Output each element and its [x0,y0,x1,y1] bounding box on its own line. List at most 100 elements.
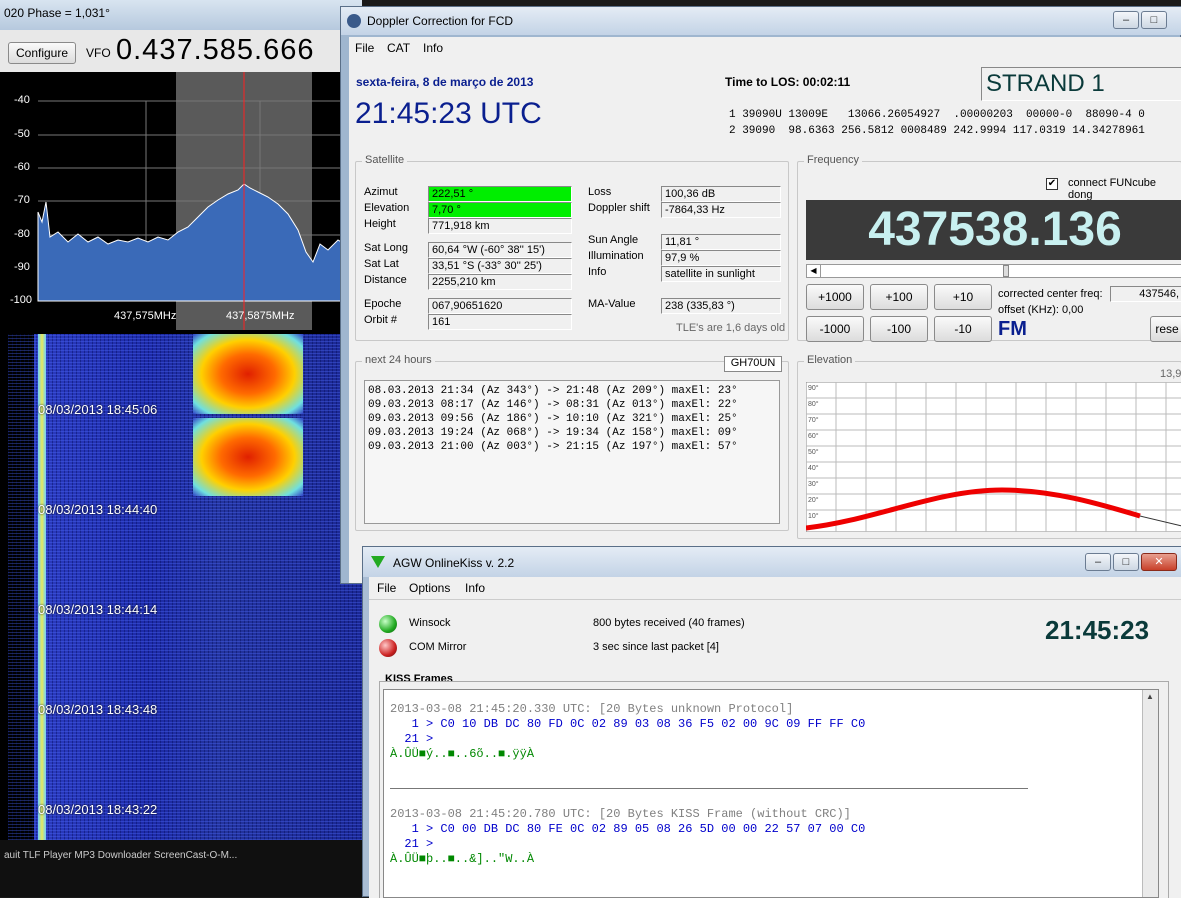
height-label: Height [364,218,396,230]
window-title: Doppler Correction for FCD [367,14,514,28]
elevation-label: Elevation [364,202,410,214]
scroll-up-arrow[interactable]: ▲ [1146,692,1154,701]
elevation-corner-value: 13,9 [1160,368,1181,380]
waterfall-signal-burst [193,334,303,414]
pass-item: 09.03.2013 08:17 (Az 146°) -> 08:31 (Az … [368,399,738,411]
step-minus-100-button[interactable]: -100 [870,316,928,342]
step-plus-10-button[interactable]: +10 [934,284,992,310]
step-plus-1000-button[interactable]: +1000 [806,284,864,310]
slider-left-arrow[interactable]: ◀ [807,265,821,277]
frame-header: 2013-03-08 21:45:20.780 UTC: [20 Bytes K… [390,807,851,821]
agw-title-bar[interactable]: AGW OnlineKiss v. 2.2 [363,547,1181,577]
satlong-value: 60,64 °W (-60° 38'' 15') [428,242,572,258]
doppler-title-bar[interactable]: Doppler Correction for FCD [341,7,1181,35]
connect-fcd-label: connect FUNcube dong [1068,177,1157,201]
y-tick: -50 [14,128,30,140]
menu-info[interactable]: Info [423,41,443,55]
window-title: AGW OnlineKiss v. 2.2 [393,556,515,570]
step-minus-1000-button[interactable]: -1000 [806,316,864,342]
x-tick: 437,575MHz [114,310,177,322]
waterfall-timestamp: 08/03/2013 18:45:06 [38,402,158,417]
doppler-window: Doppler Correction for FCD – □ File CAT … [340,6,1181,584]
offset-label: offset (KHz): 0,00 [998,304,1084,316]
epoche-label: Epoche [364,298,402,310]
frame-hex-line: 1 > C0 00 DB DC 80 FE 0C 02 89 05 08 26 … [390,822,866,836]
next-passes-group: next 24 hours GH70UN 08.03.2013 21:34 (A… [355,354,789,531]
minimize-button[interactable]: – [1113,11,1139,29]
pass-item: 09.03.2013 21:00 (Az 003°) -> 21:15 (Az … [368,441,738,453]
menu-options[interactable]: Options [409,581,450,595]
waterfall-timestamp: 08/03/2013 18:43:48 [38,702,158,717]
corrected-freq-value: 437546, [1110,286,1181,302]
kiss-frames-log[interactable]: 2013-03-08 21:45:20.330 UTC: [20 Bytes u… [383,689,1159,898]
doppler-client-area: File CAT Info sexta-feira, 8 de março de… [349,37,1181,583]
menu-info[interactable]: Info [465,581,485,595]
y-tick: -90 [14,261,30,273]
com-mirror-status: 3 sec since last packet [4] [593,641,719,653]
utc-clock: 21:45:23 UTC [355,97,542,130]
kiss-scrollbar[interactable]: ▲ [1142,690,1158,897]
y-tick: -40 [14,94,30,106]
menu-file[interactable]: File [377,581,396,595]
group-title: next 24 hours [362,354,435,366]
menu-cat[interactable]: CAT [387,41,410,55]
pass-item: 08.03.2013 21:34 (Az 343°) -> 21:48 (Az … [368,385,738,397]
maximize-button[interactable]: □ [1113,553,1139,571]
sun-angle-value: 11,81 ° [661,234,781,250]
menu-file[interactable]: File [355,41,374,55]
info-label: Info [588,266,607,278]
y-tick: -60 [14,161,30,173]
step-plus-100-button[interactable]: +100 [870,284,928,310]
x-tick: 437,5875MHz [226,310,295,322]
slider-thumb[interactable] [1003,265,1009,277]
taskbar-strip[interactable]: auit TLF Player MP3 Downloader ScreenCas… [0,840,362,897]
elevation-group: Elevation 13,9 90° 80° 70° 60° 50° 40° 3… [797,354,1181,539]
sdr-toolbar: Configure VFO 0.437.585.666 [0,30,362,72]
azimut-label: Azimut [364,186,398,198]
vfo-frequency-display[interactable]: 0.437.585.666 [116,34,314,67]
passes-list[interactable]: 08.03.2013 21:34 (Az 343°) -> 21:48 (Az … [364,380,780,524]
info-value: satellite in sunlight [661,266,781,282]
waterfall-timestamp: 08/03/2013 18:43:22 [38,802,158,817]
frame-hex-line: 21 > [390,837,434,851]
maximize-button[interactable]: □ [1141,11,1167,29]
orbit-label: Orbit # [364,314,398,326]
sun-angle-label: Sun Angle [588,234,639,246]
configure-button[interactable]: Configure [8,42,76,64]
elev-tick: 90° [808,384,819,392]
sdr-window: 020 Phase = 1,031° Configure VFO 0.437.5… [0,0,362,897]
frequency-slider[interactable]: ◀ [806,264,1181,278]
satellite-group: Satellite Azimut 222,51 ° Elevation 7,70… [355,154,789,341]
loss-value: 100,36 dB [661,186,781,202]
frame-header: 2013-03-08 21:45:20.330 UTC: [20 Bytes u… [390,702,794,716]
elev-tick: 80° [808,400,819,408]
close-button[interactable]: ✕ [1141,553,1177,571]
group-title: Elevation [804,354,856,366]
elev-tick: 30° [808,480,819,488]
epoche-value: 067,90651620 [428,298,572,314]
winsock-label: Winsock [409,617,451,629]
satlong-label: Sat Long [364,242,409,254]
connect-fcd-checkbox[interactable]: ✔ [1046,178,1058,190]
spectrum-plot[interactable]: -40 -50 -60 -70 -80 -90 -100 437,575MHz … [8,72,362,330]
group-title: Frequency [804,154,862,166]
satlat-value: 33,51 °S (-33° 30'' 25') [428,258,572,274]
locator-box[interactable]: GH70UN [724,356,782,372]
reset-button[interactable]: rese [1150,316,1181,342]
elev-tick: 40° [808,464,819,472]
minimize-button[interactable]: – [1085,553,1111,571]
doppler-shift-label: Doppler shift [588,202,650,214]
satlat-label: Sat Lat [364,258,399,270]
loss-label: Loss [588,186,612,198]
satellite-name-box[interactable]: STRAND 1 [981,67,1181,101]
waterfall-display[interactable]: 08/03/2013 18:45:06 08/03/2013 18:44:40 … [8,334,362,840]
elev-tick: 70° [808,416,819,424]
agw-client-area: File Options Info Winsock 800 bytes rece… [369,577,1181,898]
step-minus-10-button[interactable]: -10 [934,316,992,342]
satellite-app-icon [347,14,361,28]
group-title: Satellite [362,154,408,166]
pass-item: 09.03.2013 19:24 (Az 068°) -> 19:34 (Az … [368,427,738,439]
doppler-shift-value: -7864,33 Hz [661,202,781,218]
menu-divider [369,599,1181,600]
frequency-display: 437538.136 [806,200,1181,260]
